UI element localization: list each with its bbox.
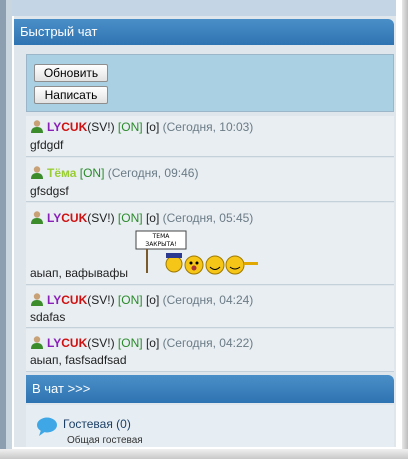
message-o[interactable]: [o] <box>146 293 159 307</box>
message-nick-part-a[interactable]: LY <box>47 211 61 225</box>
message-suffix: (SV!) <box>87 120 115 134</box>
go-to-chat-link[interactable]: В чат >>> <box>26 375 394 403</box>
smileys-image: ТЕМА ЗАКРЫТА! <box>135 230 258 275</box>
message-nick-part-a[interactable]: LY <box>47 336 61 350</box>
forum-title[interactable]: Гостевая (0) <box>63 417 131 431</box>
status-on: [ON] <box>117 336 143 350</box>
user-icon <box>31 336 43 349</box>
message-nick-part-b[interactable]: CUK <box>61 336 87 350</box>
message-nick-part-b[interactable]: CUK <box>61 293 87 307</box>
status-on: [ON] <box>117 120 143 134</box>
message-text: аыап, вафывафы <box>30 266 128 280</box>
right-shadow <box>402 0 408 459</box>
forum-description: Общая гостевая <box>67 435 143 446</box>
chat-message: LYCUK(SV!) [ON] [o] (Сегодня, 04:22) аыа… <box>26 329 394 372</box>
message-nick-part-a[interactable]: LY <box>47 120 61 134</box>
status-on: [ON] <box>117 293 143 307</box>
user-icon <box>31 120 43 133</box>
message-nick-part-a[interactable]: LY <box>47 293 61 307</box>
message-nick-part-b[interactable]: CUK <box>61 211 87 225</box>
write-button[interactable]: Написать <box>34 86 108 104</box>
message-o[interactable]: [o] <box>146 211 159 225</box>
previous-section-bottom <box>12 0 396 16</box>
message-time: (Сегодня, 05:45) <box>162 211 254 225</box>
message-o[interactable]: [o] <box>146 336 159 350</box>
speech-bubble-icon <box>37 417 57 436</box>
chat-message: LYCUK(SV!) [ON] [o] (Сегодня, 05:45) ТЕМ… <box>26 203 394 285</box>
message-text: sdafas <box>30 310 66 324</box>
bottom-shadow <box>0 449 408 459</box>
message-time: (Сегодня, 09:46) <box>107 166 199 180</box>
chat-message: LYCUK(SV!) [ON] [o] (Сегодня, 04:24) sda… <box>26 286 394 328</box>
message-text: gfsdgsf <box>30 184 69 198</box>
message-time: (Сегодня, 04:24) <box>162 293 254 307</box>
message-nick-part-b[interactable]: CUK <box>61 120 87 134</box>
chat-title: Быстрый чат <box>20 24 98 39</box>
go-to-chat-label[interactable]: В чат >>> <box>32 381 90 396</box>
chat-message: LYCUK(SV!) [ON] [o] (Сегодня, 10:03) gfd… <box>26 116 394 157</box>
message-suffix: (SV!) <box>87 211 115 225</box>
message-text: gfdgdf <box>30 138 64 152</box>
message-time: (Сегодня, 04:22) <box>162 336 254 350</box>
user-icon <box>31 293 43 306</box>
message-o[interactable]: [o] <box>146 120 159 134</box>
user-icon <box>31 166 43 179</box>
svg-text:ЗАКРЫТА!: ЗАКРЫТА! <box>145 241 176 248</box>
chat-message: Тёма [ON] (Сегодня, 09:46) gfsdgsf <box>26 158 394 202</box>
message-time: (Сегодня, 10:03) <box>162 120 254 134</box>
message-suffix: (SV!) <box>87 336 115 350</box>
forum-row: Гостевая (0) Общая гостевая <box>26 405 394 447</box>
status-on: [ON] <box>117 211 143 225</box>
chat-header: Быстрый чат <box>14 19 394 45</box>
chat-controls: Обновить Написать <box>26 54 394 112</box>
user-icon <box>31 211 43 224</box>
message-suffix: (SV!) <box>87 293 115 307</box>
message-nick[interactable]: Тёма <box>47 166 76 180</box>
status-on: [ON] <box>79 166 105 180</box>
sign-text: ТЕМА <box>152 233 171 240</box>
message-text: аыап, fasfsadfsad <box>30 353 127 367</box>
left-border-inner <box>6 0 12 459</box>
refresh-button[interactable]: Обновить <box>34 64 108 82</box>
